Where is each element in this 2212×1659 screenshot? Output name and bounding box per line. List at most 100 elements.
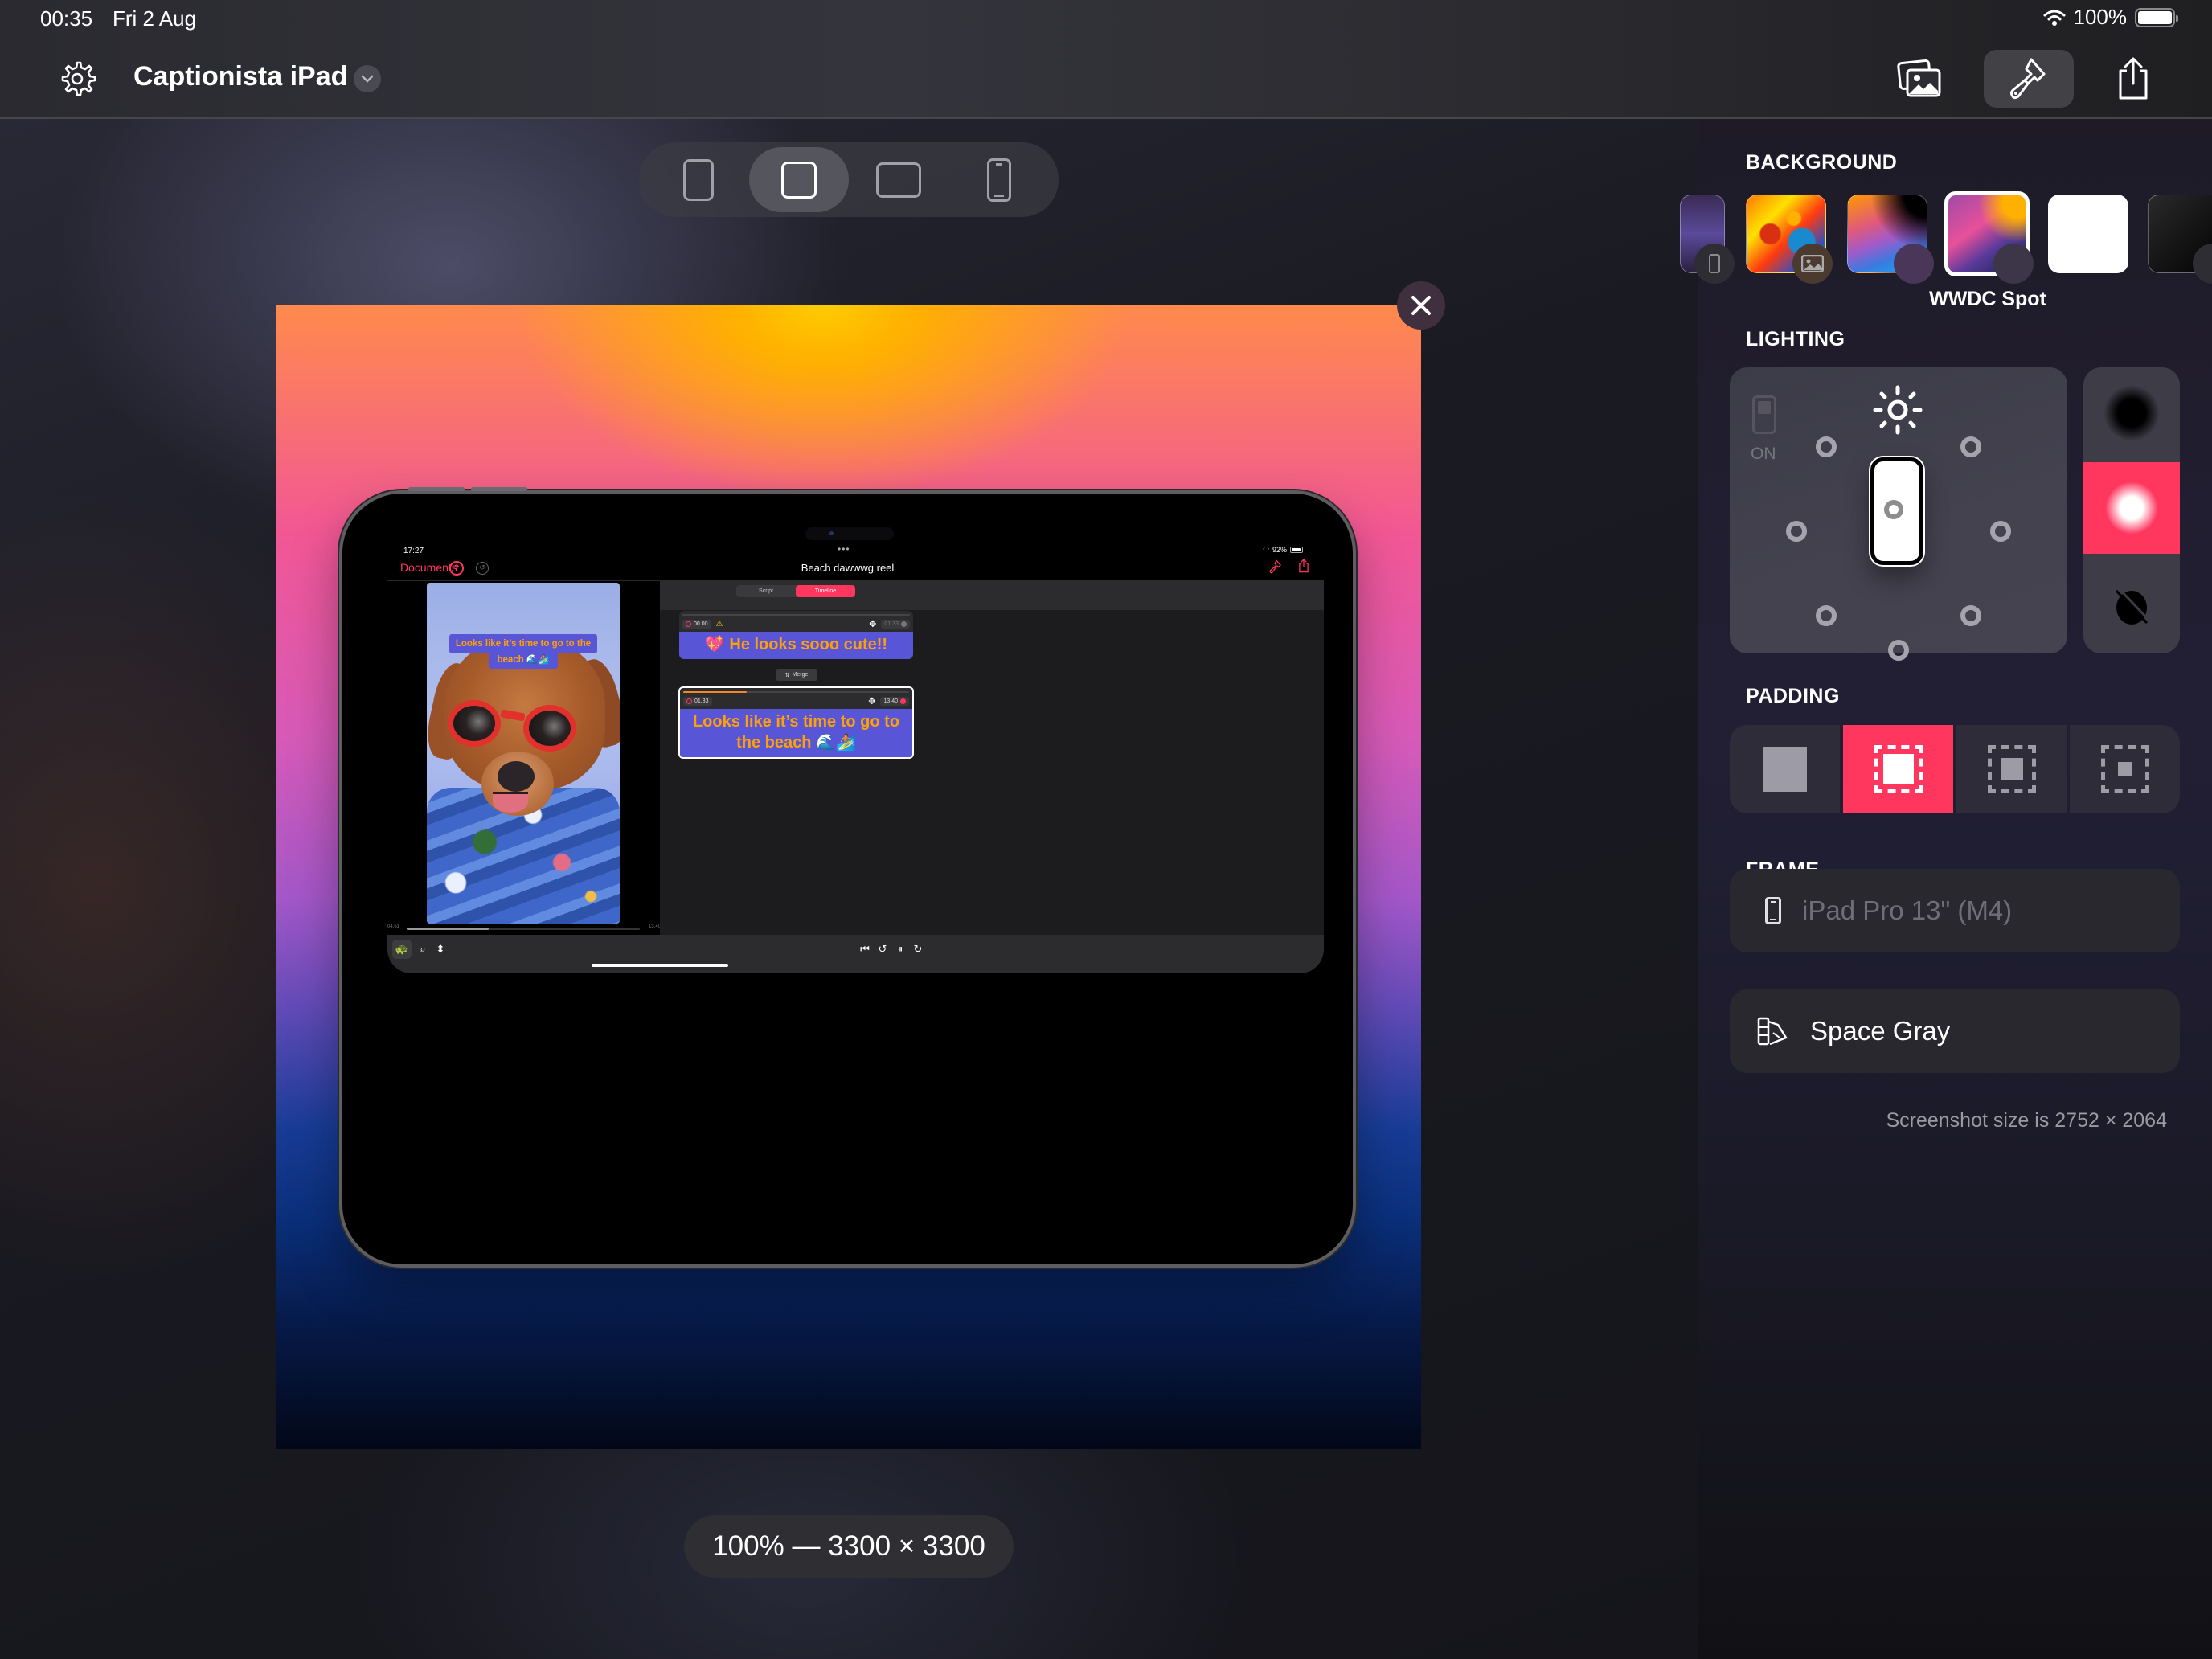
portrait-rect-icon [683,158,715,201]
light-toggle-label: ON [1751,444,1776,463]
light-position-option [1884,500,1903,519]
padding-large-icon [2100,745,2149,793]
end-time: 13.40 [883,698,898,704]
style-button[interactable] [1984,50,2074,108]
tab-script[interactable]: Script [736,585,796,597]
resize-icon[interactable]: ⬍ [431,940,450,959]
scrub-track [407,928,640,930]
light-position-option[interactable] [1816,605,1837,626]
aspect-ratio-selector [639,142,1059,217]
apple-logo-icon [1894,244,1934,284]
timer-icon [686,621,691,627]
aspect-option-square-ish[interactable] [748,147,849,212]
close-preview-button[interactable] [1397,281,1445,330]
merge-button[interactable]: ⇅ Merge [776,669,817,681]
video-caption-line: Looks like it’s time to go to the [449,634,598,653]
battery-icon [1290,546,1303,553]
intensity-option-glow[interactable] [2083,462,2180,554]
padding-none-icon [1763,747,1807,792]
title-menu-button[interactable] [354,65,381,92]
share-icon [2119,57,2148,100]
lighting-section-label: LIGHTING [1746,328,1845,350]
scrub-progress [407,928,489,930]
end-time-pill[interactable]: 13.40 [880,696,909,706]
search-icon[interactable]: ⌕ [413,940,432,959]
forward-icon[interactable]: ↻ [908,940,928,959]
pause-icon[interactable]: ⏸ [891,940,910,959]
move-icon[interactable]: ✥ [869,619,876,629]
scrub-start-time: 04.61 [387,924,400,929]
padding-medium-icon [1987,745,2036,793]
caption-progress [683,691,909,693]
iphone-icon [986,158,1011,202]
start-time-pill[interactable]: 00.00 [682,619,711,629]
glow-icon [2105,481,2158,535]
iphone-icon [1694,244,1735,284]
ipad-frame: 17:27 ••• ︎◠ 92% Documents ? ↺ Beach daw… [339,487,1356,1268]
chevron-down-icon [361,75,374,83]
padding-option-large[interactable] [2070,725,2180,813]
padding-section-label: PADDING [1746,685,1840,707]
share-button[interactable] [2088,50,2178,108]
zoom-level-label: 100% — 3300 × 3300 [684,1515,1014,1578]
caption-card[interactable]: 00.00 ⚠ ✥ 01.33 💖 He looks sooo cute!! [679,611,913,659]
light-position-option[interactable] [1888,640,1909,661]
caption-card[interactable]: 01.33 ✥ 13.40 Looks like it’s time to go… [678,686,914,759]
light-toggle-switch[interactable] [1752,395,1776,434]
warning-icon: ⚠ [715,619,723,629]
frame-color-picker[interactable]: Space Gray [1730,989,2180,1073]
start-time-pill[interactable]: 01.33 [683,696,712,706]
battery-icon [2135,7,2178,27]
aspect-option-phone[interactable] [949,147,1050,212]
aspect-option-portrait-tall[interactable] [649,147,749,212]
light-position-option[interactable] [1960,436,1981,457]
settings-button[interactable] [56,58,98,100]
end-time-pill[interactable]: 01.33 [881,619,910,629]
intensity-option-none[interactable] [2083,560,2180,652]
video-preview: Looks like it’s time to go to the beach … [427,583,620,924]
skip-back-icon[interactable]: ⏮ [855,940,875,959]
padding-option-none[interactable] [1730,725,1840,813]
photo-stack-icon [1897,59,1941,97]
timeline-header: Script Timeline [660,581,1324,610]
background-thumbnail[interactable] [2048,195,2128,273]
background-photos-button[interactable] [1874,50,1964,108]
turtle-icon[interactable]: 🐢 [392,940,412,959]
move-icon[interactable]: ✥ [868,696,875,707]
timer-icon [686,698,692,704]
device-status-indicators: ︎◠ 92% [1263,545,1303,554]
light-intensity-selector [2083,367,2180,653]
rewind-icon[interactable]: ↺ [873,940,892,959]
caption-text: 💖 He looks sooo cute!! [679,632,913,659]
wifi-icon [2043,10,2065,26]
scrub-end-time: 13.40 [648,924,661,929]
aspect-option-landscape[interactable] [849,147,949,212]
padding-option-medium[interactable] [1956,725,2067,813]
video-caption-overlay: Looks like it’s time to go to the beach … [443,634,604,669]
intensity-option-shadow[interactable] [2083,367,2180,459]
frame-device-name: iPad Pro 13" (M4) [1802,895,2013,925]
goggle-lens [448,700,501,747]
start-time: 01.33 [694,698,709,704]
padding-option-small[interactable] [1843,725,1953,813]
device-position-handle[interactable] [1870,457,1923,565]
close-icon [1411,296,1431,315]
tab-timeline[interactable]: Timeline [796,585,855,597]
start-time: 00.00 [694,621,708,627]
ipad-icon [1765,897,1781,924]
ipad-volume-button [408,487,465,491]
timer-icon [901,621,907,627]
light-position-pad[interactable]: ON [1730,367,2067,661]
light-position-option[interactable] [1786,521,1807,542]
light-position-option[interactable] [1990,521,2011,542]
video-scrubber[interactable]: 04.61 13.40 [387,924,661,934]
light-position-option[interactable] [1816,436,1837,457]
device-status-time: 17:27 [403,547,424,555]
share-icon [1299,559,1309,573]
video-caption-line: beach 🌊🏄 [489,653,558,669]
light-position-option[interactable] [1960,605,1981,626]
apple-logo-icon [1993,244,2034,284]
frame-color-name: Space Gray [1810,1016,1951,1046]
frame-device-picker[interactable]: iPad Pro 13" (M4) [1730,869,2180,952]
caption-timing-row: 00.00 ⚠ ✥ 01.33 [679,616,913,632]
